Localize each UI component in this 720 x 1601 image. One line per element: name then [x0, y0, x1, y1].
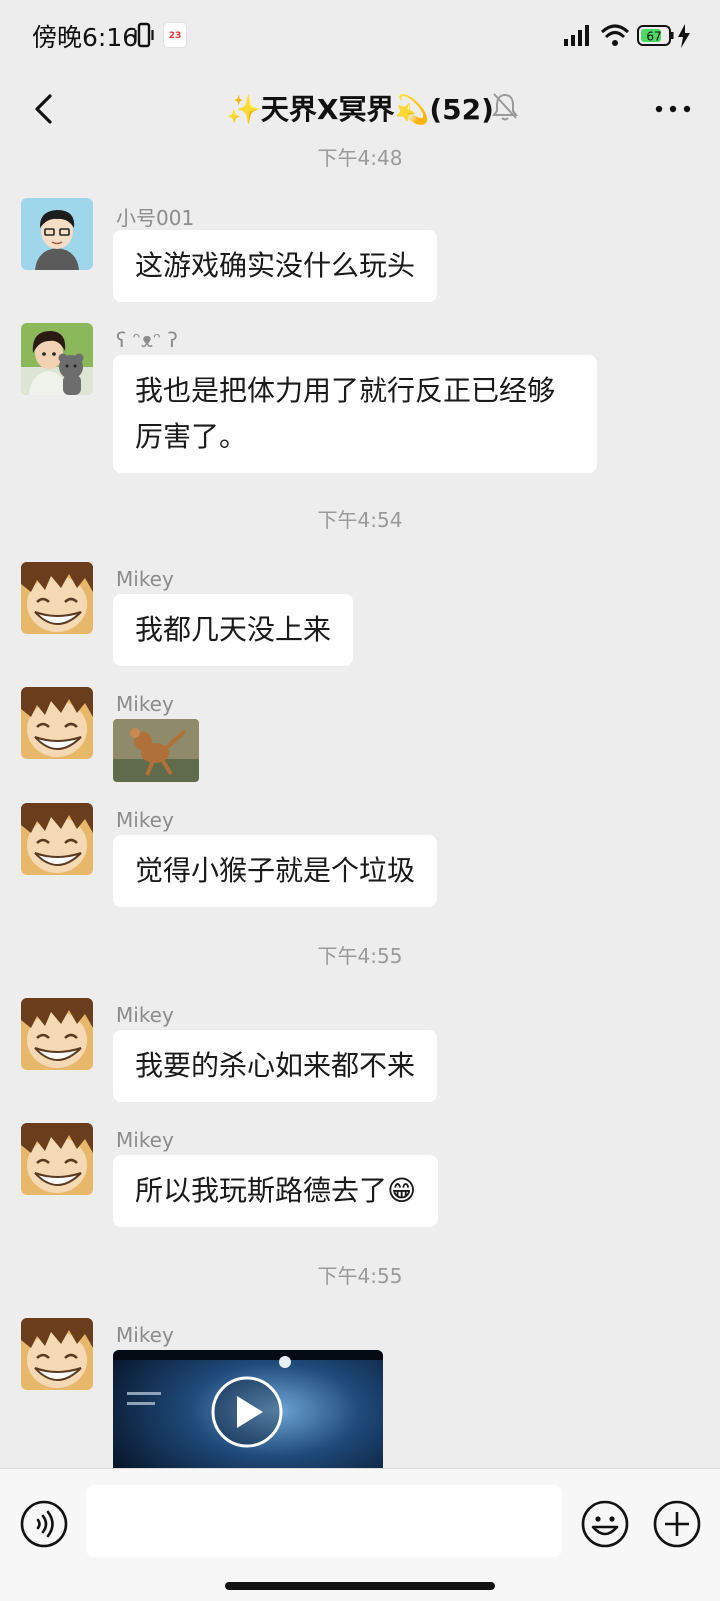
avatar[interactable]: [21, 323, 93, 395]
home-indicator[interactable]: [225, 1582, 495, 1590]
avatar[interactable]: [21, 1123, 93, 1195]
message-input[interactable]: [86, 1485, 562, 1557]
timestamp: 下午4:55: [317, 1264, 403, 1288]
emoji-icon[interactable]: [580, 1499, 630, 1549]
avatar[interactable]: [21, 1318, 93, 1390]
battery-icon: 67: [637, 25, 674, 46]
avatar[interactable]: [21, 198, 93, 270]
status-time: 傍晚6:16: [32, 23, 139, 52]
bell-muted-icon: [492, 93, 518, 121]
avatar[interactable]: [21, 687, 93, 759]
message-bubble[interactable]: 这游戏确实没什么玩头: [113, 230, 438, 302]
message-bubble[interactable]: 我要的杀心如来都不来: [113, 1030, 438, 1102]
voice-icon[interactable]: [19, 1499, 69, 1549]
sender-name: Mikey: [116, 692, 174, 716]
avatar[interactable]: [21, 562, 93, 634]
timestamp: 下午4:54: [317, 508, 403, 532]
status-indicators: 67: [564, 24, 690, 48]
sender-name: Mikey: [116, 1323, 174, 1347]
timestamp: 下午4:55: [317, 944, 403, 968]
message-bubble[interactable]: 所以我玩斯路德去了😁: [113, 1155, 439, 1227]
wifi-icon: [600, 24, 630, 46]
timestamp: 下午4:48: [317, 146, 403, 170]
sender-name: Mikey: [116, 567, 174, 591]
sender-name: Mikey: [116, 1128, 174, 1152]
svg-text:67: 67: [646, 30, 661, 44]
play-icon: [211, 1376, 283, 1448]
avatar[interactable]: [21, 803, 93, 875]
calendar-notification-icon: 23: [163, 22, 187, 48]
charging-icon: [678, 24, 690, 48]
sender-name: Mikey: [116, 1003, 174, 1027]
vibrate-icon: [134, 22, 154, 48]
message-bubble[interactable]: 我也是把体力用了就行反正已经够厉害了。: [113, 355, 597, 473]
chat-header: ✨天界X冥界💫(52): [0, 72, 720, 148]
chat-title[interactable]: ✨天界X冥界💫(52): [0, 88, 720, 128]
plus-icon[interactable]: [652, 1499, 702, 1549]
message-list[interactable]: 下午4:48 小号001 这游戏确实没什么玩头 ʕ ᵔᴥᵔ ʔ 我也是把体力用了…: [0, 140, 720, 1468]
sender-name: 小号001: [116, 206, 195, 230]
video-message[interactable]: [113, 1350, 383, 1468]
more-dots-icon[interactable]: [652, 90, 694, 128]
avatar[interactable]: [21, 998, 93, 1070]
message-bubble[interactable]: 我都几天没上来: [113, 594, 354, 666]
status-bar: 傍晚6:16 23 67: [0, 0, 720, 72]
sender-name: Mikey: [116, 808, 174, 832]
sender-name: ʕ ᵔᴥᵔ ʔ: [116, 328, 178, 352]
image-message[interactable]: [113, 719, 199, 782]
signal-icon: [564, 25, 589, 46]
message-bubble[interactable]: 觉得小猴子就是个垃圾: [113, 835, 438, 907]
